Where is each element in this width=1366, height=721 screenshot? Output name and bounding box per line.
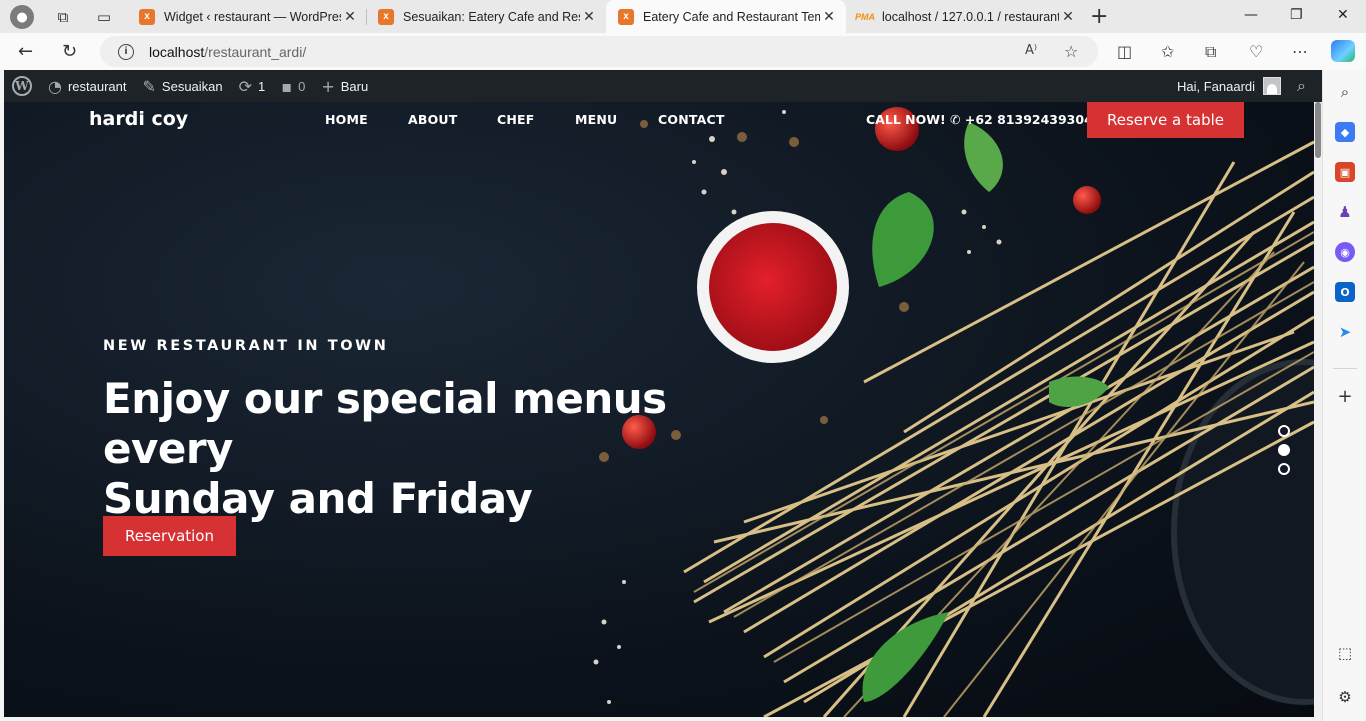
admin-account[interactable]: Hai, Fanaardi	[1169, 70, 1289, 102]
close-tab-icon[interactable]: ✕	[341, 9, 359, 25]
site-header: hardi coy HOME ABOUT CHEF MENU CONTACT C…	[4, 102, 1314, 142]
scrollbar-thumb[interactable]	[1315, 102, 1321, 158]
phpmyadmin-icon: PMA	[855, 11, 875, 22]
tools-icon[interactable]: ▣	[1335, 162, 1355, 182]
call-now-phone[interactable]: CALL NOW! ✆ +62 81392439304	[866, 112, 1093, 127]
site-name-label: restaurant	[67, 78, 127, 94]
address-toolbar: ← ↻ i localhost/restaurant_ardi/ A⁾ ☆ ◫ …	[0, 33, 1366, 70]
site-info-icon[interactable]: i	[118, 43, 134, 60]
page-viewport: W ◔ restaurant ✎ Sesuaikan ⟳ 1 ▪ 0 + Bar…	[4, 70, 1322, 717]
admin-search[interactable]: ⌕	[1289, 70, 1314, 102]
more-menu-icon[interactable]: ⋯	[1292, 42, 1308, 61]
customize-label: Sesuaikan	[161, 78, 223, 94]
browser-essentials-icon[interactable]: ♡	[1249, 42, 1263, 61]
headline-line-1: Enjoy our special menus every	[103, 374, 667, 473]
sidebar-divider	[1333, 368, 1357, 369]
url-path: /restaurant_ardi/	[204, 43, 307, 60]
profile-icon[interactable]: ●	[10, 5, 34, 29]
tab-title: Sesuaikan: Eatery Cafe and Restaurant	[403, 9, 580, 24]
shopping-icon[interactable]: ◆	[1335, 122, 1355, 142]
close-window-button[interactable]: ✕	[1337, 7, 1349, 23]
split-screen-icon[interactable]: ◫	[1117, 42, 1132, 61]
tab-widget[interactable]: x Widget ‹ restaurant — WordPress ✕	[127, 0, 367, 33]
reservation-button[interactable]: Reservation	[103, 516, 236, 556]
nav-chef[interactable]: CHEF	[497, 112, 535, 127]
search-icon[interactable]: ⌕	[1335, 82, 1355, 102]
back-button[interactable]: ←	[18, 41, 33, 62]
search-icon: ⌕	[1297, 76, 1306, 95]
games-icon[interactable]: ♟	[1335, 202, 1355, 222]
new-label: Baru	[340, 78, 369, 94]
slide-dot-2[interactable]	[1278, 444, 1290, 456]
nav-menu[interactable]: MENU	[575, 112, 617, 127]
plus-icon: +	[321, 76, 335, 96]
comment-icon: ▪	[281, 76, 293, 96]
minimize-button[interactable]: —	[1244, 7, 1258, 23]
tab-actions-icon[interactable]: ▭	[93, 6, 115, 28]
close-tab-icon[interactable]: ✕	[820, 9, 838, 25]
hero-slider: hardi coy HOME ABOUT CHEF MENU CONTACT C…	[4, 102, 1314, 717]
wp-admin-bar: W ◔ restaurant ✎ Sesuaikan ⟳ 1 ▪ 0 + Bar…	[4, 70, 1322, 102]
slider-pagination	[1278, 425, 1290, 482]
tab-title: Widget ‹ restaurant — WordPress	[164, 9, 341, 24]
new-tab-button[interactable]: +	[1090, 4, 1108, 29]
read-aloud-icon[interactable]: A⁾	[1025, 43, 1037, 58]
brush-icon: ✎	[142, 76, 156, 96]
admin-site-name[interactable]: ◔ restaurant	[40, 70, 135, 102]
favorite-star-icon[interactable]: ☆	[1064, 42, 1078, 61]
nav-contact[interactable]: CONTACT	[658, 112, 725, 127]
screenshot-icon[interactable]: ⬚	[1335, 643, 1355, 663]
outlook-icon[interactable]: O	[1335, 282, 1355, 302]
hero-eyebrow: NEW RESTAURANT IN TOWN	[103, 338, 389, 354]
refresh-button[interactable]: ↻	[62, 41, 77, 62]
settings-gear-icon[interactable]: ⚙	[1335, 687, 1355, 707]
hero-headline: Enjoy our special menus every Sunday and…	[103, 374, 803, 524]
nav-about[interactable]: ABOUT	[408, 112, 458, 127]
favorites-icon[interactable]: ✩	[1161, 42, 1174, 61]
reserve-table-button[interactable]: Reserve a table	[1087, 102, 1244, 138]
xampp-icon: x	[378, 8, 394, 25]
nav-home[interactable]: HOME	[325, 112, 368, 127]
tab-title: Eatery Cafe and Restaurant Template	[643, 9, 820, 24]
close-tab-icon[interactable]: ✕	[580, 9, 598, 25]
tab-eatery[interactable]: x Eatery Cafe and Restaurant Template ✕	[606, 0, 846, 33]
updates-count: 1	[258, 78, 266, 94]
greeting-label: Hai, Fanaardi	[1176, 78, 1256, 94]
slide-dot-1[interactable]	[1278, 425, 1290, 437]
dashboard-icon: ◔	[48, 76, 62, 96]
browser-tab-bar: ● ⧉ ▭ x Widget ‹ restaurant — WordPress …	[0, 0, 1366, 33]
admin-updates[interactable]: ⟳ 1	[231, 70, 274, 102]
tab-title: localhost / 127.0.0.1 / restaurant_	[882, 9, 1059, 24]
close-tab-icon[interactable]: ✕	[1059, 9, 1077, 25]
add-sidebar-app-icon[interactable]: +	[1335, 386, 1355, 407]
tab-phpmyadmin[interactable]: PMA localhost / 127.0.0.1 / restaurant_ …	[845, 0, 1085, 33]
admin-customize[interactable]: ✎ Sesuaikan	[135, 70, 231, 102]
edge-sidebar: ⌕ ◆ ▣ ♟ ◉ O ➤ + ⬚ ⚙	[1322, 70, 1366, 721]
wordpress-logo-icon: W	[12, 76, 32, 96]
admin-comments[interactable]: ▪ 0	[273, 70, 313, 102]
microsoft365-icon[interactable]: ◉	[1335, 242, 1355, 262]
copilot-icon[interactable]	[1331, 40, 1355, 62]
updates-icon: ⟳	[238, 76, 253, 96]
tab-customize[interactable]: x Sesuaikan: Eatery Cafe and Restaurant …	[366, 0, 606, 33]
collections-icon[interactable]: ⧉	[1205, 42, 1216, 62]
site-brand[interactable]: hardi coy	[89, 108, 188, 130]
xampp-icon: x	[618, 8, 634, 25]
slide-dot-3[interactable]	[1278, 463, 1290, 475]
comments-count: 0	[298, 78, 306, 94]
address-bar[interactable]: i localhost/restaurant_ardi/	[100, 36, 1098, 67]
url-host: localhost	[149, 43, 205, 60]
admin-new-content[interactable]: + Baru	[313, 70, 376, 102]
xampp-icon: x	[139, 8, 155, 25]
restore-button[interactable]: ❐	[1290, 7, 1303, 23]
workspaces-icon[interactable]: ⧉	[52, 6, 74, 28]
avatar	[1263, 77, 1282, 95]
wp-logo-menu[interactable]: W	[4, 70, 40, 102]
drop-icon[interactable]: ➤	[1335, 322, 1355, 342]
page-scrollbar[interactable]	[1314, 102, 1322, 717]
